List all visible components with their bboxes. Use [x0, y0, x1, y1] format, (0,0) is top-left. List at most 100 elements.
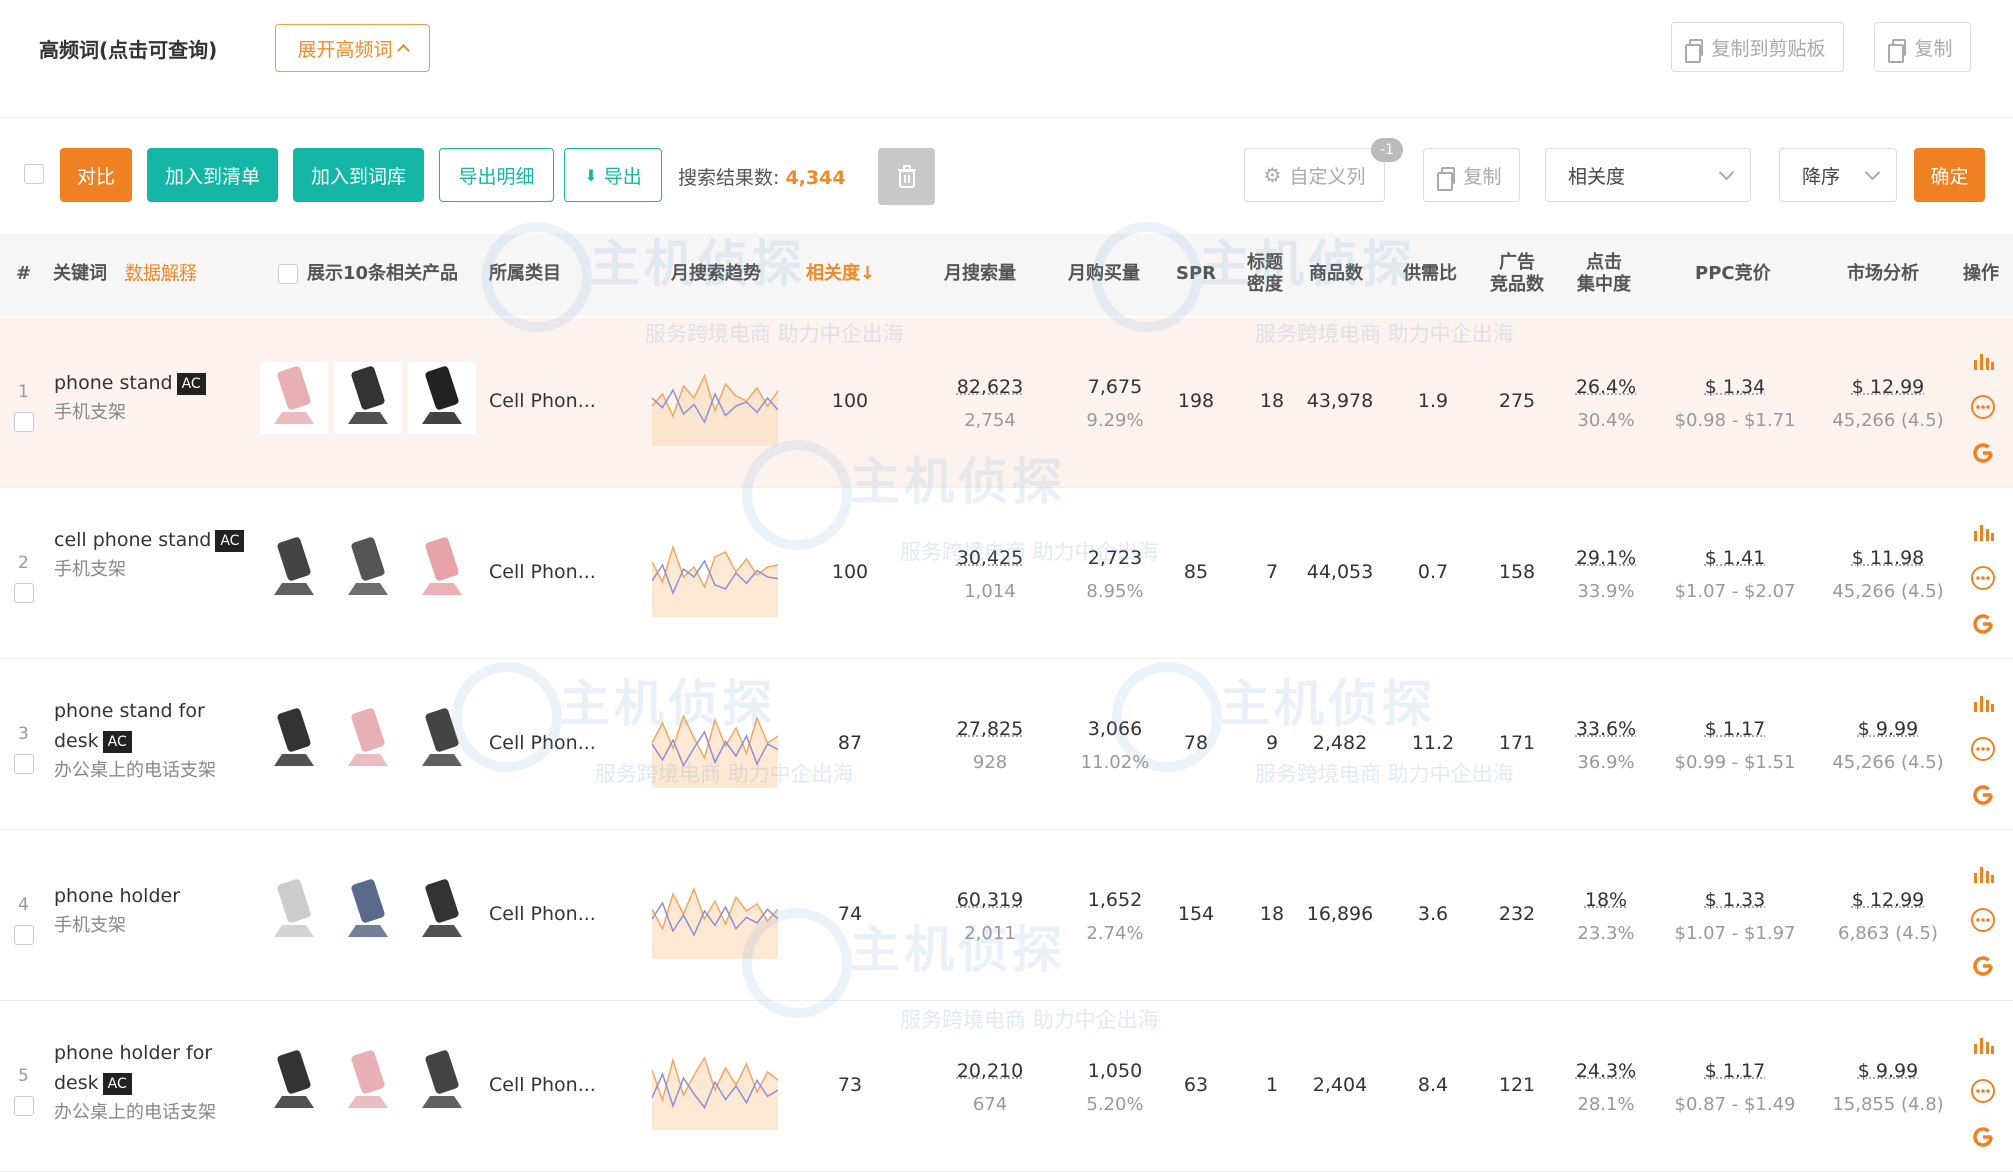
relevance-value: 100 [831, 390, 869, 412]
product-thumbnail[interactable] [408, 704, 476, 776]
product-thumbnail[interactable] [408, 1046, 476, 1118]
confirm-button[interactable]: 确定 [1914, 148, 1985, 202]
category-cell[interactable]: Cell Phon... [489, 561, 596, 583]
col-products[interactable]: 商品数 [1309, 263, 1363, 285]
product-thumbnail[interactable] [408, 875, 476, 947]
add-to-lexicon-button[interactable]: 加入到词库 [293, 148, 424, 202]
click-concentration[interactable]: 24.3% [1568, 1054, 1644, 1088]
table-copy-button[interactable]: 复制 [1423, 148, 1520, 202]
sort-order-select[interactable]: 降序 [1779, 148, 1897, 202]
bar-chart-icon[interactable] [1970, 690, 1996, 716]
more-circle-icon[interactable] [1970, 565, 1996, 591]
row-checkbox[interactable] [14, 583, 34, 603]
market-price[interactable]: $ 12.99 [1818, 883, 1958, 917]
bar-chart-icon[interactable] [1970, 861, 1996, 887]
product-thumbnail[interactable] [334, 533, 402, 605]
purchase-volume-cell: 3,066 11.02% [1055, 712, 1175, 780]
click-concentration[interactable]: 33.6% [1568, 712, 1644, 746]
col-click-concentration[interactable]: 点击 集中度 [1573, 252, 1635, 296]
search-volume[interactable]: 82,623 [930, 370, 1050, 404]
market-price[interactable]: $ 12.99 [1818, 370, 1958, 404]
search-volume[interactable]: 27,825 [930, 712, 1050, 746]
row-checkbox[interactable] [14, 1096, 34, 1116]
product-thumbnail[interactable] [334, 704, 402, 776]
more-circle-icon[interactable] [1970, 736, 1996, 762]
market-price[interactable]: $ 11.98 [1818, 541, 1958, 575]
keyword-link[interactable]: phone holder [54, 885, 180, 907]
show-products-checkbox[interactable] [278, 264, 298, 284]
export-button[interactable]: ⬇ 导出 [564, 148, 662, 202]
google-icon[interactable] [1970, 611, 1996, 637]
copy-to-clipboard-button[interactable]: 复制到剪贴板 [1671, 22, 1844, 72]
category-cell[interactable]: Cell Phon... [489, 732, 596, 754]
col-spr[interactable]: SPR [1176, 263, 1216, 285]
select-all-checkbox[interactable] [24, 164, 44, 184]
copy-button[interactable]: 复制 [1874, 22, 1971, 72]
bar-chart-icon[interactable] [1970, 348, 1996, 374]
table-row[interactable]: 4 phone holder 手机支架 Cell Phon... 74 60,319 2,0… [0, 831, 2013, 1001]
col-title-density[interactable]: 标题 密度 [1245, 252, 1285, 296]
sort-field-select[interactable]: 相关度 [1545, 148, 1751, 202]
ppc-bid[interactable]: $ 1.34 [1655, 370, 1815, 404]
more-circle-icon[interactable] [1970, 1078, 1996, 1104]
more-circle-icon[interactable] [1970, 394, 1996, 420]
google-icon[interactable] [1970, 953, 1996, 979]
product-thumbnail[interactable] [334, 362, 402, 434]
keyword-link[interactable]: cell phone stand [54, 529, 211, 551]
market-price[interactable]: $ 9.99 [1818, 712, 1958, 746]
keyword-link[interactable]: phone stand [54, 372, 173, 394]
product-thumbnail[interactable] [260, 533, 328, 605]
col-purchase-volume[interactable]: 月购买量 [1068, 263, 1140, 285]
custom-columns-button[interactable]: ⚙ 自定义列 [1244, 148, 1385, 202]
product-thumbnail[interactable] [334, 1046, 402, 1118]
google-icon[interactable] [1970, 440, 1996, 466]
search-volume[interactable]: 20,210 [930, 1054, 1050, 1088]
product-thumbnail[interactable] [260, 704, 328, 776]
col-ad-competitors[interactable]: 广告 竞品数 [1487, 252, 1547, 296]
ppc-bid[interactable]: $ 1.41 [1655, 541, 1815, 575]
col-supply-ratio[interactable]: 供需比 [1403, 263, 1457, 285]
data-explain-link[interactable]: 数据解释 [125, 263, 197, 285]
category-cell[interactable]: Cell Phon... [489, 390, 596, 412]
col-category: 所属类目 [489, 263, 561, 284]
ppc-bid[interactable]: $ 1.17 [1655, 712, 1815, 746]
click-concentration[interactable]: 18% [1568, 883, 1644, 917]
product-thumbnail[interactable] [260, 875, 328, 947]
ppc-bid[interactable]: $ 1.17 [1655, 1054, 1815, 1088]
add-to-list-button[interactable]: 加入到清单 [147, 148, 278, 202]
product-thumbnail[interactable] [408, 533, 476, 605]
row-checkbox[interactable] [14, 412, 34, 432]
category-cell[interactable]: Cell Phon... [489, 903, 596, 925]
search-volume[interactable]: 60,319 [930, 883, 1050, 917]
export-detail-button[interactable]: 导出明细 [439, 148, 554, 202]
product-thumbnail[interactable] [334, 875, 402, 947]
bar-chart-icon[interactable] [1970, 519, 1996, 545]
purchase-volume: 7,675 [1087, 376, 1143, 398]
table-row[interactable]: 2 cell phone stand AC 手机支架 Cell Phon... 100 30… [0, 489, 2013, 659]
ppc-bid[interactable]: $ 1.33 [1655, 883, 1815, 917]
keyword-link[interactable]: phone holder for desk [54, 1042, 212, 1094]
product-thumbnail[interactable] [260, 362, 328, 434]
click-concentration[interactable]: 26.4% [1568, 370, 1644, 404]
category-cell[interactable]: Cell Phon... [489, 1074, 596, 1096]
table-row[interactable]: 5 phone holder for desk AC 办公桌上的电话支架 Cell Ph… [0, 1002, 2013, 1172]
more-circle-icon[interactable] [1970, 907, 1996, 933]
google-icon[interactable] [1970, 1124, 1996, 1150]
bar-chart-icon[interactable] [1970, 1032, 1996, 1058]
row-checkbox[interactable] [14, 754, 34, 774]
delete-button[interactable] [878, 148, 935, 205]
table-row[interactable]: 1 phone stand AC 手机支架 Cell Phon... 100 82,623 2… [0, 318, 2013, 488]
google-icon[interactable] [1970, 782, 1996, 808]
col-relevance[interactable]: 相关度↓ [806, 263, 875, 285]
search-volume[interactable]: 30,425 [930, 541, 1050, 575]
compare-button[interactable]: 对比 [60, 148, 132, 202]
click-concentration[interactable]: 29.1% [1568, 541, 1644, 575]
col-search-volume[interactable]: 月搜索量 [944, 263, 1016, 285]
expand-high-frequency-button[interactable]: 展开高频词 [275, 24, 430, 72]
product-thumbnail[interactable] [408, 362, 476, 434]
row-checkbox[interactable] [14, 925, 34, 945]
table-row[interactable]: 3 phone stand for desk AC 办公桌上的电话支架 Cell Pho… [0, 660, 2013, 830]
col-ppc[interactable]: PPC竞价 [1695, 263, 1771, 285]
market-price[interactable]: $ 9.99 [1818, 1054, 1958, 1088]
product-thumbnail[interactable] [260, 1046, 328, 1118]
